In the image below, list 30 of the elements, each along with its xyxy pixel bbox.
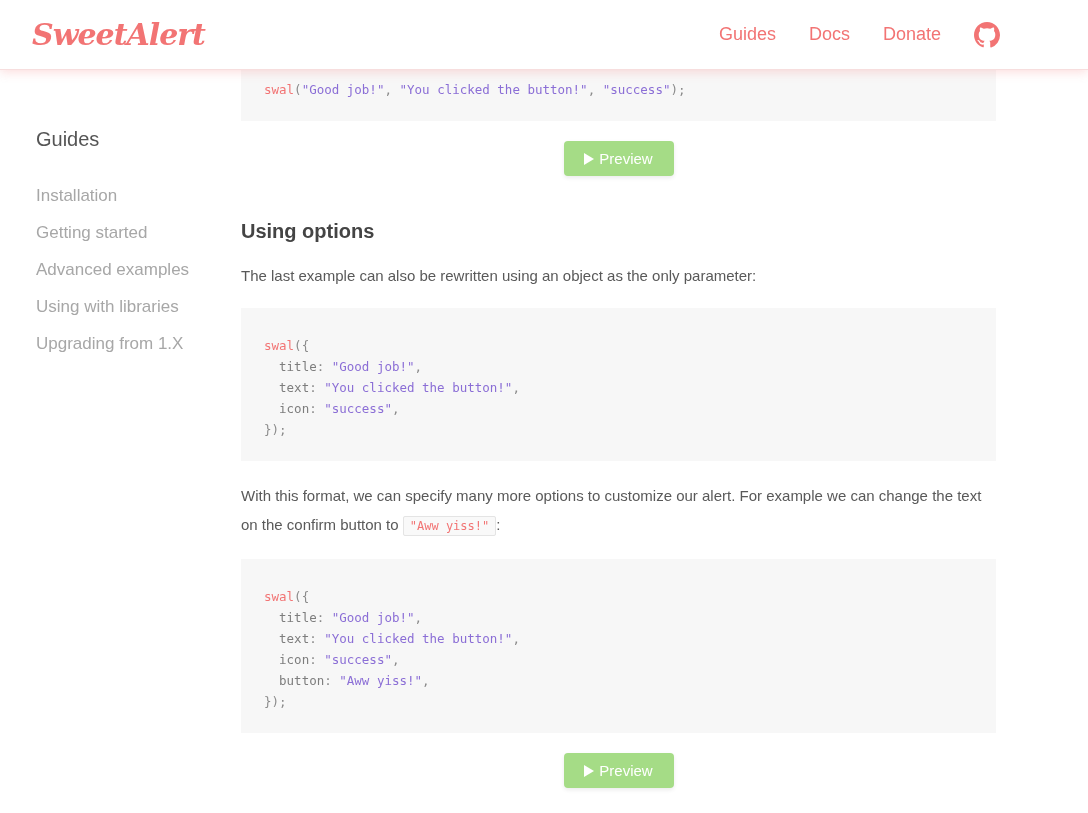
code-line: }); [264, 421, 287, 439]
preview-button[interactable]: Preview [563, 141, 674, 176]
paragraph: With this format, we can specify many more options to customize our alert. For example we can change the text on the confirm button to "Aww yiss!" : [241, 481, 996, 541]
code-line: title: "Good job!", [278, 358, 423, 376]
code-line: text: "You clicked the button!", [278, 630, 520, 648]
section-heading: Using options [241, 220, 376, 243]
sidebar-link[interactable]: Advanced examples [36, 260, 190, 280]
preview-button[interactable]: Preview [563, 753, 674, 788]
sidebar-link[interactable]: Installation [36, 186, 118, 206]
code-line: text: "You clicked the button!", [278, 379, 520, 397]
paragraph: The last example can also be rewritten using an object as the only parameter: [241, 266, 758, 286]
play-icon [584, 152, 595, 165]
code-line: swal("Good job!", "You clicked the button!", "success"); [264, 81, 686, 99]
code-line: button: "Aww yiss!", [278, 672, 430, 690]
nav-link[interactable]: Docs [808, 24, 850, 45]
code-line: title: "Good job!", [278, 609, 423, 627]
play-icon [584, 764, 595, 777]
sidebar-link[interactable]: Using with libraries [36, 297, 179, 317]
sidebar-link[interactable]: Getting started [36, 223, 148, 243]
nav-link[interactable]: Donate [882, 24, 941, 45]
code-line: swal({ [264, 588, 310, 606]
sidebar-title: Guides [36, 128, 101, 151]
code-line: swal({ [264, 337, 310, 355]
logo[interactable]: SweetAlert [32, 17, 205, 52]
code-line: icon: "success", [278, 651, 400, 669]
code-line: }); [264, 693, 287, 711]
sidebar-link[interactable]: Upgrading from 1.X [36, 334, 184, 354]
nav-link[interactable]: Guides [718, 24, 776, 45]
code-line: icon: "success", [278, 400, 400, 418]
github-icon[interactable] [974, 21, 1000, 48]
